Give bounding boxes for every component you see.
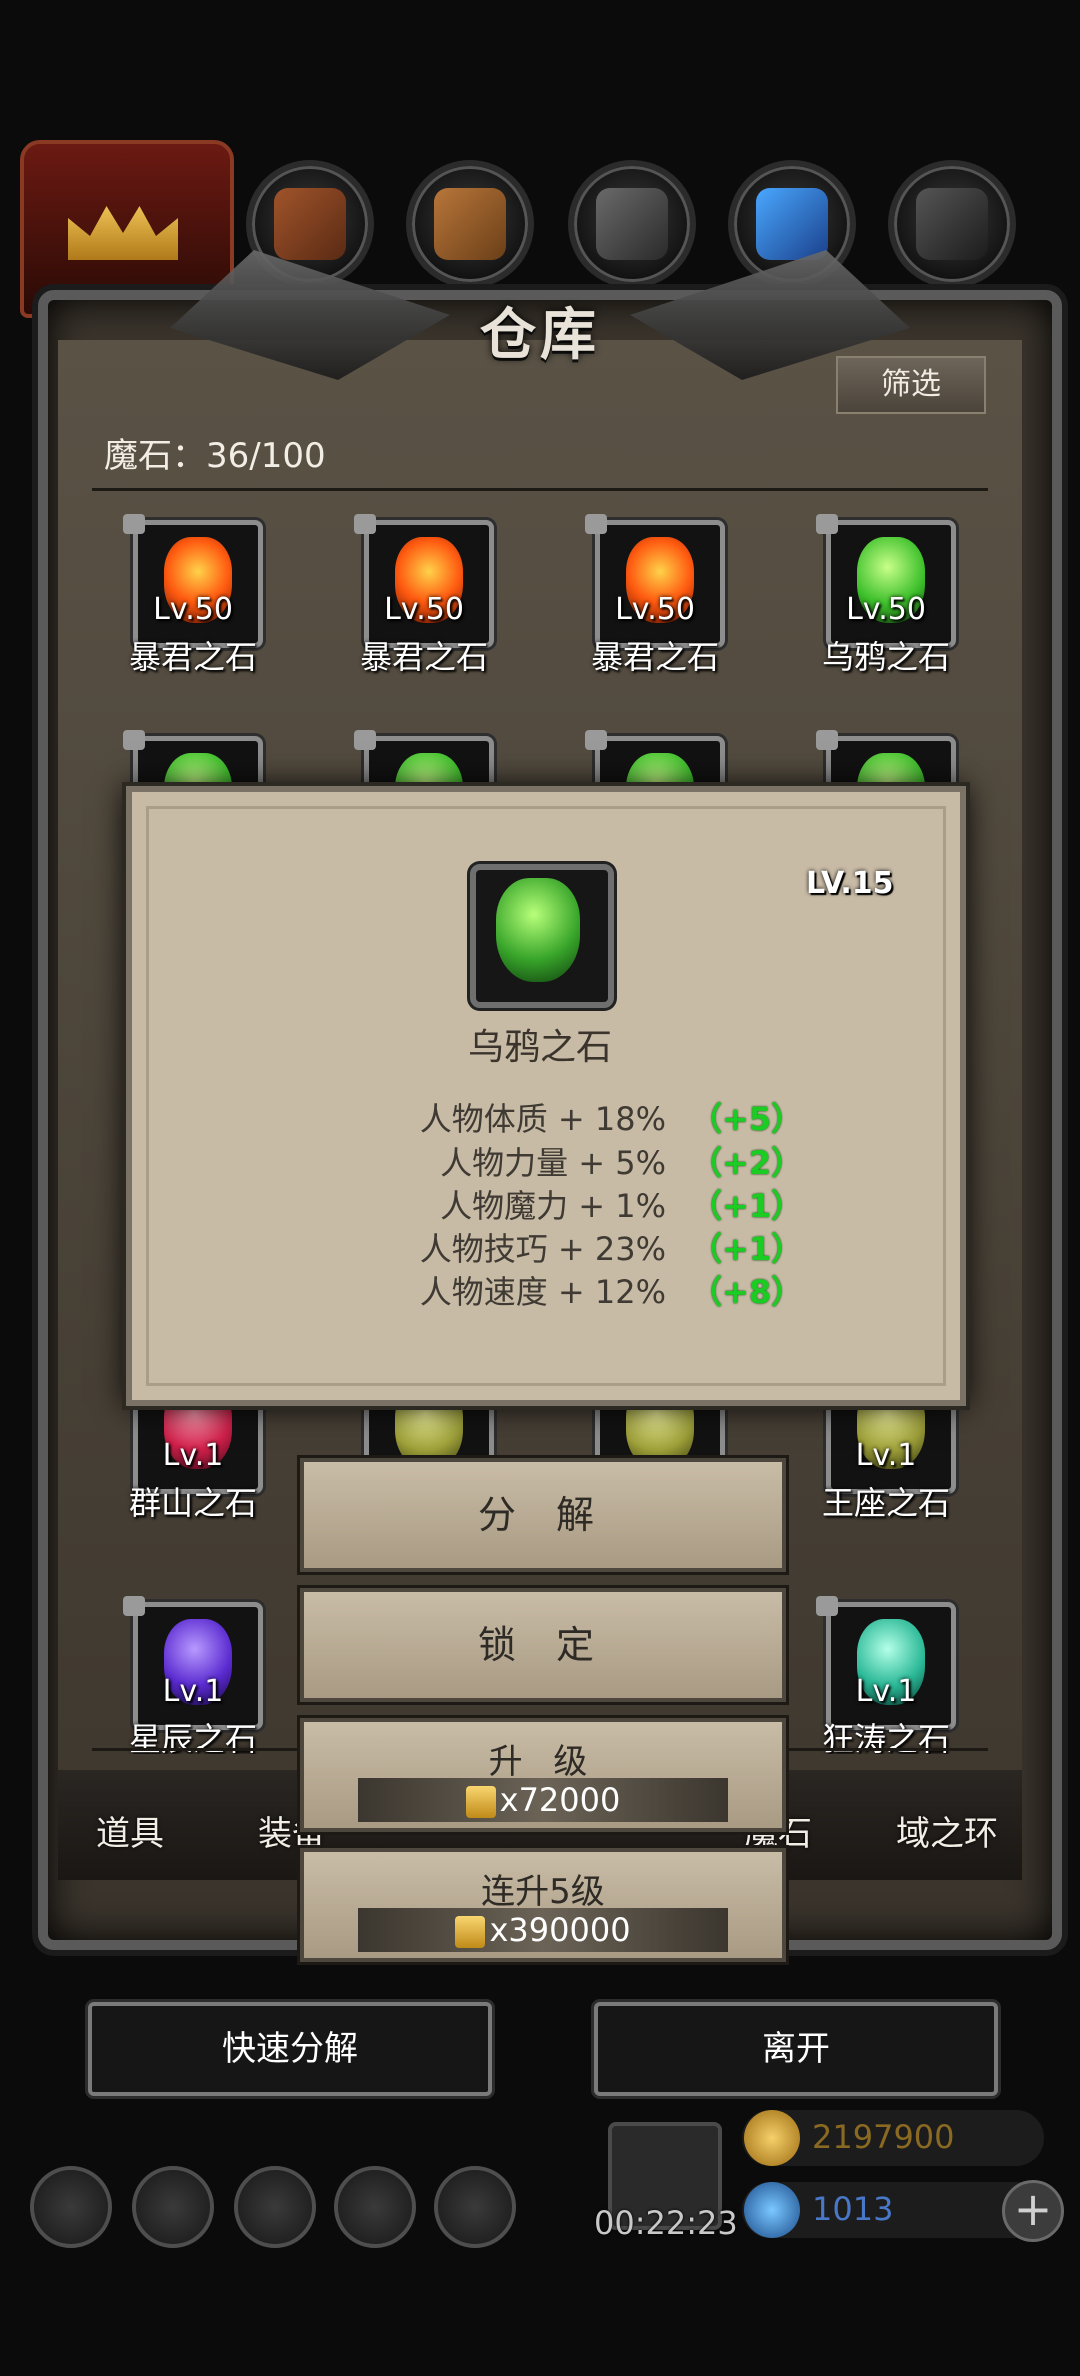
lock-icon — [585, 514, 607, 534]
stat-row: 人物体质 + 18% — [419, 1100, 666, 1138]
item-slot — [133, 520, 263, 648]
grid-item[interactable]: Lv.50 暴君之石 — [555, 514, 755, 700]
plank-resource-icon[interactable] — [406, 160, 534, 288]
gem-amount: 1013 — [812, 2190, 894, 2228]
item-name: 暴君之石 — [590, 638, 719, 676]
lock-icon — [354, 514, 376, 534]
stat-bonus: （+1） — [690, 1230, 804, 1268]
gold-amount: 2197900 — [812, 2118, 955, 2156]
stat-bonus: （+5） — [690, 1100, 804, 1138]
lock-icon — [816, 1596, 838, 1616]
gift-timer: 00:22:23 — [594, 2204, 738, 2242]
grid-item[interactable]: Lv.50 乌鸦之石 — [786, 514, 986, 700]
popup-item-level: LV.15 — [806, 866, 894, 901]
stat-bonus: （+8） — [690, 1273, 804, 1311]
lock-icon — [123, 1596, 145, 1616]
crow-stone-icon — [496, 878, 580, 982]
lock-icon — [354, 730, 376, 750]
gold-coin-icon — [455, 1916, 486, 1948]
tab-domain-ring[interactable]: 域之环 — [896, 1806, 998, 1855]
gold-icon — [744, 2110, 800, 2166]
popup-item-name: 乌鸦之石 — [467, 1027, 612, 1068]
stat-bonus: （+1） — [690, 1187, 804, 1225]
quick-decompose-button[interactable]: 快速分解 — [88, 2002, 492, 2096]
decompose-button[interactable]: 分 解 — [297, 1455, 789, 1575]
lock-icon — [123, 514, 145, 534]
item-slot — [364, 520, 494, 648]
settings-icon[interactable] — [30, 2166, 112, 2248]
item-level: Lv.1 — [162, 1438, 224, 1473]
item-name: 群山之石 — [128, 1484, 257, 1522]
item-level: Lv.50 — [615, 592, 695, 627]
mail-icon[interactable] — [334, 2166, 416, 2248]
leave-button[interactable]: 离开 — [594, 2002, 998, 2096]
lock-icon — [816, 730, 838, 750]
item-name: 王座之石 — [821, 1484, 950, 1522]
item-slot — [595, 520, 725, 648]
tab-items[interactable]: 道具 — [96, 1806, 164, 1855]
upgrade5-cost: x390000 — [358, 1908, 728, 1952]
item-slot — [826, 1602, 956, 1730]
stat-bonus: （+2） — [690, 1144, 804, 1182]
upgrade-cost: x72000 — [358, 1778, 728, 1822]
diamond-icon — [744, 2182, 800, 2238]
stone-resource-icon[interactable] — [568, 160, 696, 288]
item-level: Lv.1 — [855, 1438, 917, 1473]
item-level: Lv.1 — [162, 1674, 224, 1709]
item-name: 暴君之石 — [359, 638, 488, 676]
star-icon[interactable] — [132, 2166, 214, 2248]
gold-coin-icon — [465, 1786, 496, 1818]
item-name: 乌鸦之石 — [821, 638, 950, 676]
grid-item[interactable]: Lv.50 暴君之石 — [324, 514, 524, 700]
item-level: Lv.1 — [855, 1674, 917, 1709]
upgrade-button[interactable]: 升 级 x72000 — [297, 1715, 789, 1835]
grid-item[interactable]: Lv.1 星辰之石 — [93, 1596, 293, 1782]
item-slot — [826, 520, 956, 648]
item-slot — [133, 1602, 263, 1730]
item-level: Lv.50 — [153, 592, 233, 627]
stat-row: 人物魔力 + 1% — [440, 1187, 666, 1225]
stat-row: 人物力量 + 5% — [440, 1144, 666, 1182]
lock-icon — [816, 514, 838, 534]
lock-icon — [123, 730, 145, 750]
map-icon[interactable] — [234, 2166, 316, 2248]
divider — [92, 488, 988, 491]
upgrade-5-levels-button[interactable]: 连升5级 x390000 — [297, 1845, 789, 1965]
add-currency-button[interactable]: + — [1002, 2180, 1064, 2242]
item-level: Lv.50 — [384, 592, 464, 627]
lock-icon — [585, 730, 607, 750]
grid-item[interactable]: Lv.50 暴君之石 — [93, 514, 293, 700]
stat-row: 人物技巧 + 23% — [419, 1230, 666, 1268]
grid-item[interactable]: Lv.1 狂涛之石 — [786, 1596, 986, 1782]
filter-button[interactable]: 筛选 — [836, 356, 986, 414]
stat-row: 人物速度 + 12% — [419, 1273, 666, 1311]
item-level: Lv.50 — [846, 592, 926, 627]
iron-resource-icon[interactable] — [888, 160, 1016, 288]
share-icon[interactable] — [434, 2166, 516, 2248]
stone-count-label: 魔石：36/100 — [104, 436, 326, 476]
item-name: 暴君之石 — [128, 638, 257, 676]
lock-button[interactable]: 锁 定 — [297, 1585, 789, 1705]
